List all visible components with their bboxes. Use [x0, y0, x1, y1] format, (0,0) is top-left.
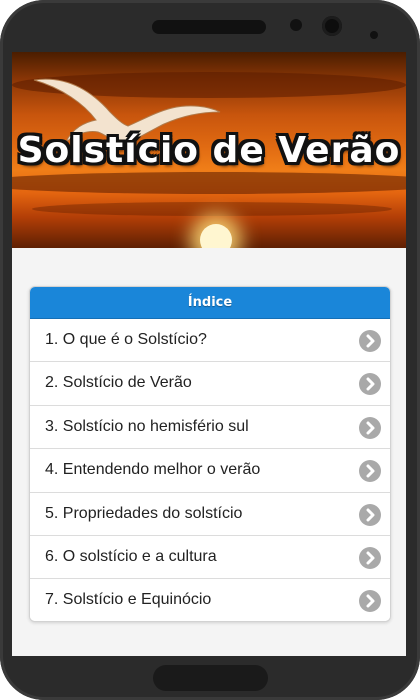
chevron-right-icon	[359, 546, 381, 569]
chevron-right-icon	[359, 460, 381, 483]
chevron-right-icon	[359, 503, 381, 526]
list-item-label: 2. Solstício de Verão	[45, 374, 192, 392]
proximity-sensor	[290, 19, 302, 31]
index-header: Índice	[30, 287, 390, 319]
list-item[interactable]: 6. O solstício e a cultura	[30, 535, 390, 580]
list-item-label: 6. O solstício e a cultura	[45, 547, 217, 565]
list-item-label: 3. Solstício no hemisfério sul	[45, 417, 249, 435]
earpiece-speaker	[152, 20, 266, 34]
chevron-right-icon	[359, 373, 381, 396]
sun-icon	[200, 224, 232, 248]
list-item-label: 1. O que é o Solstício?	[45, 331, 207, 348]
home-button[interactable]	[153, 665, 268, 691]
cloud-band	[12, 172, 406, 194]
list-item[interactable]: 3. Solstício no hemisfério sul	[30, 405, 390, 450]
list-item[interactable]: 1. O que é o Solstício?	[30, 319, 390, 363]
banner-title: Solstício de Verão	[17, 130, 401, 171]
index-card: Índice 1. O que é o Solstício? 2. Solstí…	[29, 286, 391, 622]
list-item[interactable]: 2. Solstício de Verão	[30, 362, 390, 406]
cloud-band	[32, 202, 392, 216]
list-item-label: 4. Entendendo melhor o verão	[45, 461, 261, 479]
app-screen: Solstício de Verão Índice 1. O que é o S…	[12, 52, 406, 656]
list-item-label: 5. Propriedades do solstício	[45, 504, 243, 522]
header-banner-image: Solstício de Verão	[12, 52, 406, 248]
index-list: 1. O que é o Solstício? 2. Solstício de …	[30, 319, 390, 621]
light-sensor	[370, 31, 378, 39]
chevron-right-icon	[359, 416, 381, 439]
chevron-right-icon	[359, 590, 381, 613]
phone-frame: Solstício de Verão Índice 1. O que é o S…	[0, 0, 420, 700]
list-item[interactable]: 5. Propriedades do solstício	[30, 492, 390, 536]
front-camera	[322, 16, 342, 36]
chevron-right-icon	[359, 330, 381, 352]
list-item[interactable]: 4. Entendendo melhor o verão	[30, 449, 390, 493]
list-item-label: 7. Solstício e Equinócio	[45, 591, 212, 609]
list-item[interactable]: 7. Solstício e Equinócio	[30, 579, 390, 621]
